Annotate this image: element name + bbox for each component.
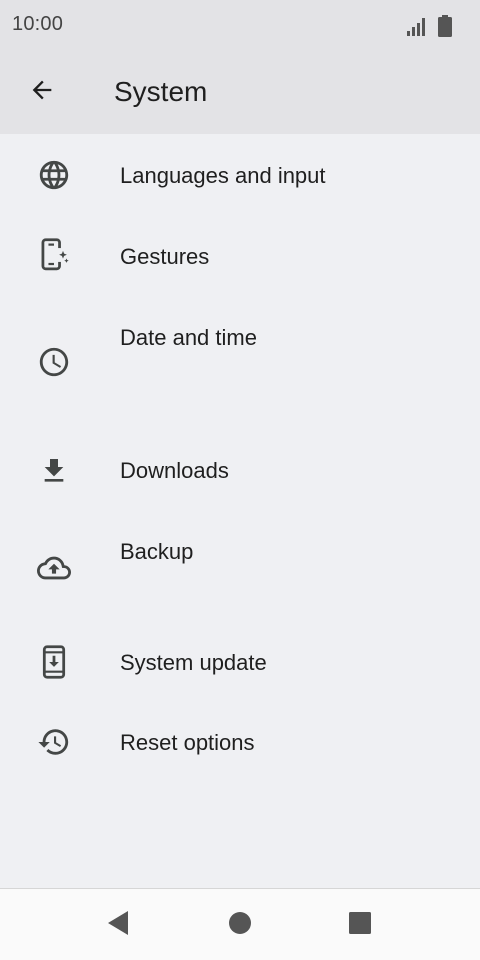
settings-item-languages[interactable]: Languages and input <box>0 134 480 216</box>
recents-square-icon <box>348 911 372 940</box>
clock-icon <box>36 344 72 380</box>
status-bar: 10:00 <box>0 0 480 50</box>
phone-update-icon <box>36 644 72 680</box>
nav-home-button[interactable] <box>222 907 258 943</box>
arrow-left-icon <box>28 76 56 109</box>
settings-item-label: System update <box>120 650 267 675</box>
battery-icon <box>438 15 452 37</box>
nav-recents-button[interactable] <box>342 907 378 943</box>
globe-icon <box>36 157 72 193</box>
settings-item-label: Downloads <box>120 458 229 483</box>
download-icon <box>36 453 72 489</box>
settings-item-gestures[interactable]: Gestures <box>0 216 480 296</box>
page-title: System <box>114 76 208 107</box>
header: 10:00 System <box>0 0 480 134</box>
signal-icon <box>406 15 428 37</box>
settings-item-date-time[interactable]: Date and time <box>0 296 480 428</box>
settings-item-label: Languages and input <box>120 163 326 188</box>
status-icons <box>406 13 452 37</box>
settings-item-label: Reset options <box>120 730 255 755</box>
settings-item-label: Gestures <box>120 244 210 269</box>
home-circle-icon <box>228 911 252 940</box>
status-time: 10:00 <box>12 13 64 35</box>
back-triangle-icon <box>106 910 130 941</box>
settings-item-system-update[interactable]: System update <box>0 620 480 702</box>
back-button[interactable] <box>20 70 64 114</box>
phone-gesture-icon <box>36 237 72 273</box>
nav-back-button[interactable] <box>100 907 136 943</box>
app-bar: System <box>0 50 480 134</box>
settings-item-backup[interactable]: Backup <box>0 510 480 620</box>
history-icon <box>36 724 72 760</box>
settings-item-label: Date and time <box>120 325 257 350</box>
cloud-upload-icon <box>36 550 72 586</box>
settings-item-label: Backup <box>120 539 194 564</box>
settings-item-reset[interactable]: Reset options <box>0 702 480 784</box>
navigation-bar <box>0 888 480 960</box>
settings-item-downloads[interactable]: Downloads <box>0 428 480 510</box>
